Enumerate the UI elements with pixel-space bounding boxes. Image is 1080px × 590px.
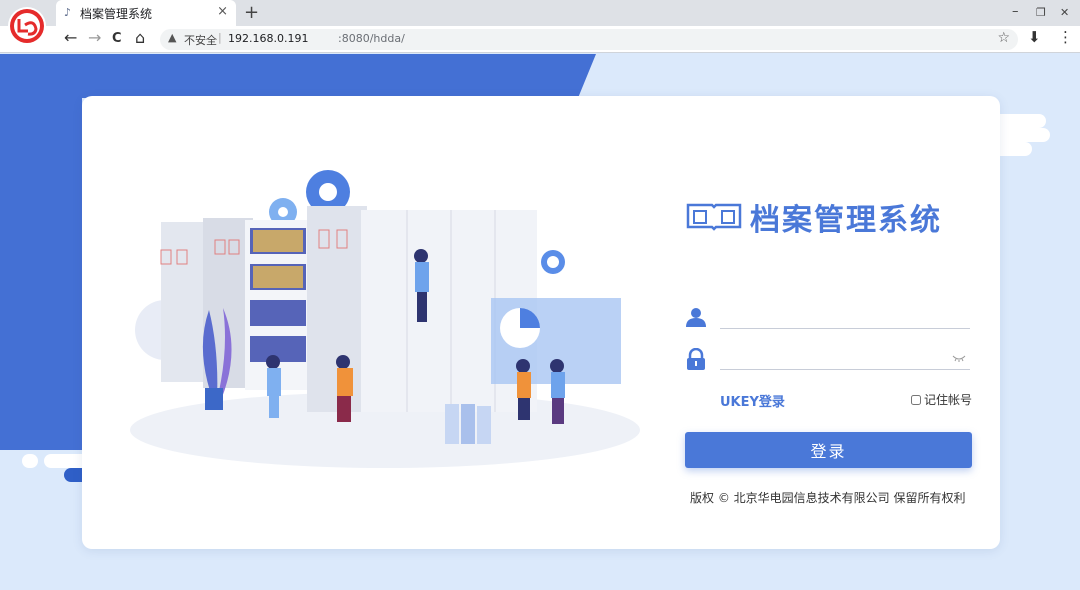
lock-icon — [687, 348, 705, 370]
browser-logo — [8, 7, 46, 45]
close-window-button[interactable]: ✕ — [1060, 6, 1069, 19]
user-icon — [686, 308, 706, 327]
username-input[interactable] — [720, 305, 970, 329]
tab-title: 档案管理系统 — [80, 7, 153, 21]
back-button[interactable]: ← — [64, 28, 77, 47]
tab-close-icon[interactable]: × — [217, 4, 228, 19]
remember-label: 记住帐号 — [924, 393, 973, 407]
person-figure — [550, 359, 565, 424]
remember-checkbox[interactable] — [911, 394, 921, 405]
ukey-login-link[interactable]: UKEY登录 — [720, 391, 785, 410]
forward-button[interactable]: → — [88, 28, 101, 47]
remember-account[interactable]: 记住帐号 — [911, 391, 972, 408]
browser-tabbar: ♪ 档案管理系统 × + – ❐ ✕ — [0, 0, 1080, 26]
warning-icon: ▲ — [168, 31, 177, 44]
tab-favicon-icon: ♪ — [64, 6, 72, 19]
bookmark-star-icon[interactable]: ☆ — [997, 30, 1010, 46]
menu-icon[interactable]: ⋮ — [1058, 28, 1073, 46]
browser-toolbar: ← → C ⌂ ▲ 不安全 | 192.168.0.191 :8080/hdda… — [0, 26, 1080, 53]
gear-icon — [541, 250, 565, 274]
minimize-button[interactable]: – — [1012, 4, 1019, 19]
browser-tab[interactable]: ♪ 档案管理系统 × — [56, 0, 236, 26]
login-button[interactable]: 登录 — [685, 432, 972, 468]
archive-illustration — [130, 170, 640, 468]
url-host: 192.168.0.191 — [228, 32, 309, 45]
url-separator: | — [218, 31, 222, 44]
decor-dot — [22, 454, 38, 468]
eye-closed-icon[interactable] — [952, 354, 966, 362]
restore-button[interactable]: ❐ — [1036, 6, 1046, 19]
password-input[interactable] — [720, 346, 970, 370]
home-button[interactable]: ⌂ — [135, 28, 145, 47]
new-tab-button[interactable]: + — [244, 2, 259, 23]
url-path: :8080/hdda/ — [338, 32, 405, 45]
system-title: 档案管理系统 — [750, 203, 942, 238]
copyright-text: 版权 © 北京华电园信息技术有限公司 保留所有权利 — [690, 491, 966, 505]
reload-button[interactable]: C — [112, 31, 122, 46]
person-figure — [516, 359, 531, 420]
security-label: 不安全 — [184, 34, 217, 47]
book-logo-icon — [686, 203, 742, 231]
address-bar[interactable]: ▲ 不安全 | 192.168.0.191 :8080/hdda/ ☆ — [160, 29, 1018, 50]
download-icon[interactable]: ⬇ — [1028, 28, 1041, 46]
